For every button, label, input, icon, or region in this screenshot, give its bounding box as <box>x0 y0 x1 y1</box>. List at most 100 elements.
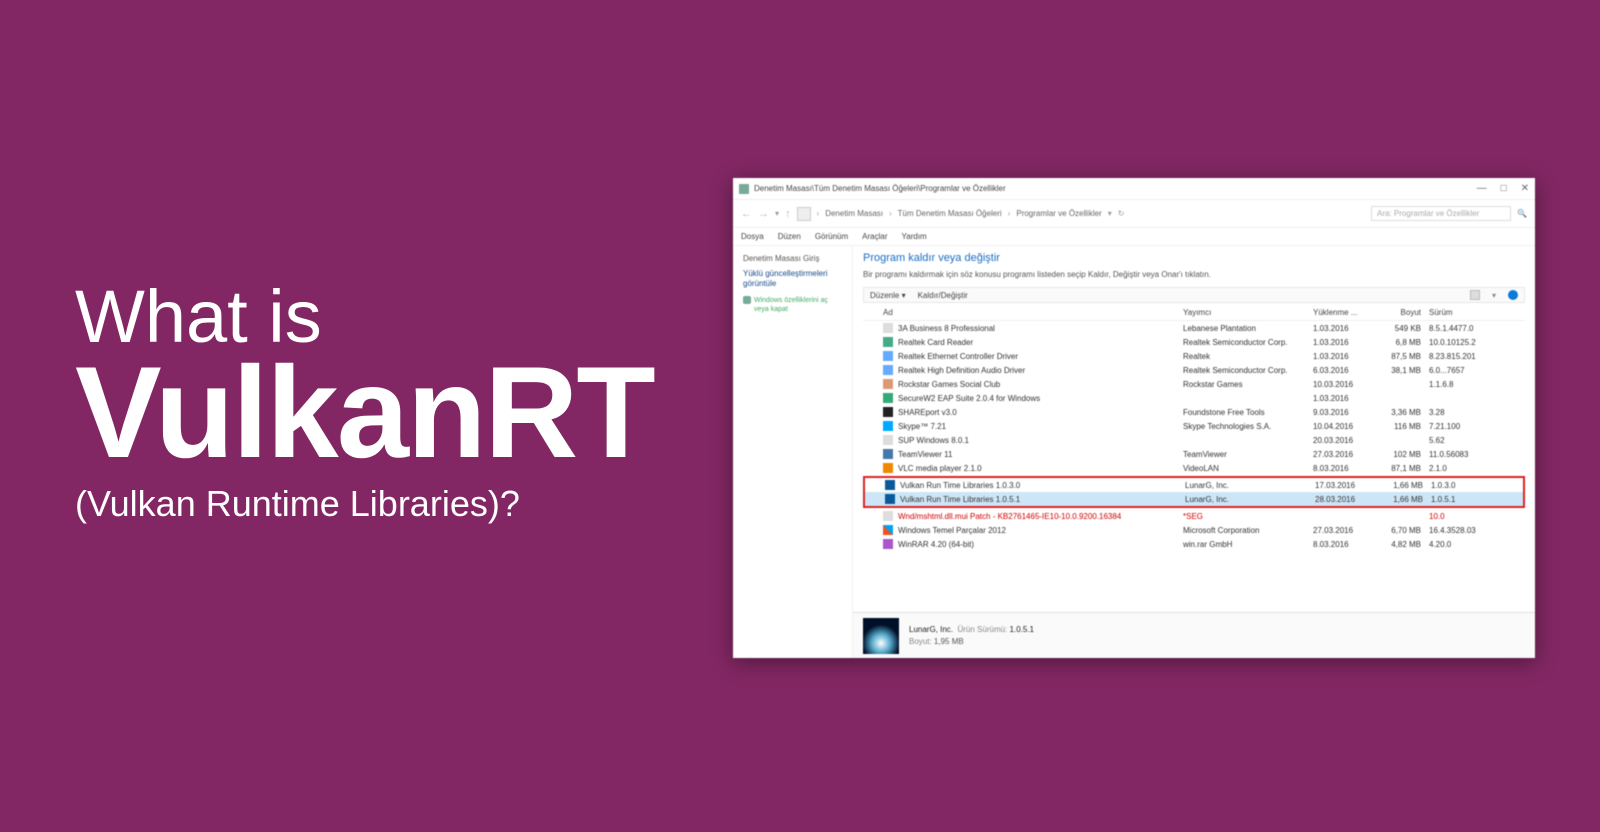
forward-button[interactable]: → <box>758 208 769 220</box>
menu-file[interactable]: Dosya <box>741 232 764 241</box>
program-size: 1,66 MB <box>1375 481 1423 490</box>
program-version: 10.0 <box>1421 512 1481 521</box>
program-date: 28.03.2016 <box>1315 495 1375 504</box>
sidebar-link-windows-features[interactable]: Windows özelliklerini aç veya kapat <box>743 296 842 314</box>
sidebar: Denetim Masası Giriş Yüklü güncelleştirm… <box>733 246 853 658</box>
column-headers[interactable]: Ad Yayımcı Yüklenme ... Boyut Sürüm <box>863 305 1525 321</box>
program-row[interactable]: WinRAR 4.20 (64-bit)win.rar GmbH8.03.201… <box>863 537 1525 551</box>
program-row[interactable]: Wnd/mshtml.dll.mui Patch - KB2761465-IE1… <box>863 509 1525 523</box>
program-name: Vulkan Run Time Libraries 1.0.3.0 <box>900 481 1185 490</box>
program-size: 1,66 MB <box>1375 495 1423 504</box>
main-panel: Program kaldır veya değiştir Bir program… <box>853 246 1535 658</box>
menu-tools[interactable]: Araçlar <box>862 232 887 241</box>
breadcrumb-sep: › <box>817 209 820 218</box>
program-date: 10.03.2016 <box>1313 380 1373 389</box>
program-name: SHAREport v3.0 <box>898 408 1183 417</box>
program-icon <box>883 393 893 403</box>
program-size: 87,1 MB <box>1373 464 1421 473</box>
program-publisher: Lebanese Plantation <box>1183 324 1313 333</box>
program-name: Realtek High Definition Audio Driver <box>898 366 1183 375</box>
view-options-icon[interactable] <box>1470 290 1480 300</box>
window-title: Denetim Masası\Tüm Denetim Masası Öğeler… <box>754 184 1477 193</box>
program-row[interactable]: Rockstar Games Social ClubRockstar Games… <box>863 377 1525 391</box>
search-input[interactable]: Ara: Programlar ve Özellikler <box>1371 206 1511 221</box>
program-size: 4,82 MB <box>1373 540 1421 549</box>
program-icon <box>885 494 895 504</box>
sidebar-heading: Denetim Masası Giriş <box>743 254 842 263</box>
program-publisher: TeamViewer <box>1183 450 1313 459</box>
menu-bar: Dosya Düzen Görünüm Araçlar Yardım <box>733 228 1535 246</box>
breadcrumb-item[interactable]: Programlar ve Özellikler <box>1016 209 1101 218</box>
program-size: 549 KB <box>1373 324 1421 333</box>
program-icon <box>883 435 893 445</box>
program-row[interactable]: SecureW2 EAP Suite 2.0.4 for Windows1.03… <box>863 391 1525 405</box>
program-row[interactable]: Vulkan Run Time Libraries 1.0.3.0LunarG,… <box>865 478 1523 492</box>
program-date: 20.03.2016 <box>1313 436 1373 445</box>
program-name: Windows Temel Parçalar 2012 <box>898 526 1183 535</box>
program-date: 1.03.2016 <box>1313 324 1373 333</box>
program-icon <box>883 463 893 473</box>
detail-pane: LunarG, Inc. Ürün Sürümü: 1.0.5.1 Boyut:… <box>853 612 1535 658</box>
close-button[interactable]: ✕ <box>1521 183 1529 194</box>
maximize-button[interactable]: □ <box>1501 183 1507 194</box>
program-icon <box>883 449 893 459</box>
program-version: 10.0.10125.2 <box>1421 338 1481 347</box>
program-row[interactable]: Realtek Ethernet Controller DriverRealte… <box>863 349 1525 363</box>
menu-view[interactable]: Görünüm <box>815 232 848 241</box>
program-publisher: VideoLAN <box>1183 464 1313 473</box>
breadcrumb-item[interactable]: Denetim Masası <box>825 209 883 218</box>
help-icon[interactable] <box>1508 290 1518 300</box>
window-titlebar[interactable]: Denetim Masası\Tüm Denetim Masası Öğeler… <box>733 178 1535 200</box>
menu-help[interactable]: Yardım <box>902 232 927 241</box>
program-row[interactable]: SUP Windows 8.0.120.03.20165.62 <box>863 433 1525 447</box>
path-dropdown[interactable]: ▾ <box>1108 209 1112 218</box>
program-name: 3A Business 8 Professional <box>898 324 1183 333</box>
column-size[interactable]: Boyut <box>1373 308 1421 317</box>
program-row[interactable]: Skype™ 7.21Skype Technologies S.A.10.04.… <box>863 419 1525 433</box>
program-row[interactable]: Realtek Card ReaderRealtek Semiconductor… <box>863 335 1525 349</box>
history-dropdown[interactable]: ▾ <box>775 209 779 218</box>
column-name[interactable]: Ad <box>883 308 1183 317</box>
program-publisher: Foundstone Free Tools <box>1183 408 1313 417</box>
program-date: 27.03.2016 <box>1313 526 1373 535</box>
program-version: 2.1.0 <box>1421 464 1481 473</box>
program-name: Vulkan Run Time Libraries 1.0.5.1 <box>900 495 1185 504</box>
breadcrumb-item[interactable]: Tüm Denetim Masası Öğeleri <box>898 209 1002 218</box>
program-name: VLC media player 2.1.0 <box>898 464 1183 473</box>
program-row[interactable]: VLC media player 2.1.0VideoLAN8.03.20168… <box>863 461 1525 475</box>
back-button[interactable]: ← <box>741 208 752 220</box>
program-date: 1.03.2016 <box>1313 338 1373 347</box>
column-publisher[interactable]: Yayımcı <box>1183 308 1313 317</box>
program-name: Realtek Card Reader <box>898 338 1183 347</box>
program-name: TeamViewer 11 <box>898 450 1183 459</box>
minimize-button[interactable]: — <box>1477 183 1487 194</box>
program-version: 1.0.5.1 <box>1423 495 1483 504</box>
program-name: Rockstar Games Social Club <box>898 380 1183 389</box>
program-row[interactable]: 3A Business 8 ProfessionalLebanese Plant… <box>863 321 1525 335</box>
column-version[interactable]: Sürüm <box>1421 308 1481 317</box>
hero-line3: (Vulkan Runtime Libraries)? <box>75 481 654 528</box>
program-publisher: *SEG <box>1183 512 1313 521</box>
program-publisher: win.rar GmbH <box>1183 540 1313 549</box>
column-date[interactable]: Yüklenme ... <box>1313 308 1373 317</box>
uninstall-change-button[interactable]: Kaldır/Değiştir <box>918 291 968 300</box>
program-row[interactable]: Realtek High Definition Audio DriverReal… <box>863 363 1525 377</box>
program-icon <box>883 379 893 389</box>
program-row[interactable]: SHAREport v3.0Foundstone Free Tools9.03.… <box>863 405 1525 419</box>
program-name: Skype™ 7.21 <box>898 422 1183 431</box>
up-button[interactable]: ↑ <box>785 208 791 220</box>
program-list: 3A Business 8 ProfessionalLebanese Plant… <box>863 321 1525 551</box>
program-icon <box>883 407 893 417</box>
refresh-button[interactable]: ↻ <box>1118 209 1125 218</box>
page-subtitle: Bir programı kaldırmak için söz konusu p… <box>863 270 1525 279</box>
organize-button[interactable]: Düzenle ▾ <box>870 291 906 300</box>
menu-edit[interactable]: Düzen <box>778 232 801 241</box>
sidebar-link-updates[interactable]: Yüklü güncelleştirmeleri görüntüle <box>743 269 842 290</box>
program-row[interactable]: Vulkan Run Time Libraries 1.0.5.1LunarG,… <box>865 492 1523 506</box>
program-row[interactable]: TeamViewer 11TeamViewer27.03.2016102 MB1… <box>863 447 1525 461</box>
window-icon <box>739 184 749 194</box>
program-publisher: LunarG, Inc. <box>1185 495 1315 504</box>
program-row[interactable]: Windows Temel Parçalar 2012Microsoft Cor… <box>863 523 1525 537</box>
program-publisher: Skype Technologies S.A. <box>1183 422 1313 431</box>
search-icon[interactable]: 🔍 <box>1517 209 1527 218</box>
